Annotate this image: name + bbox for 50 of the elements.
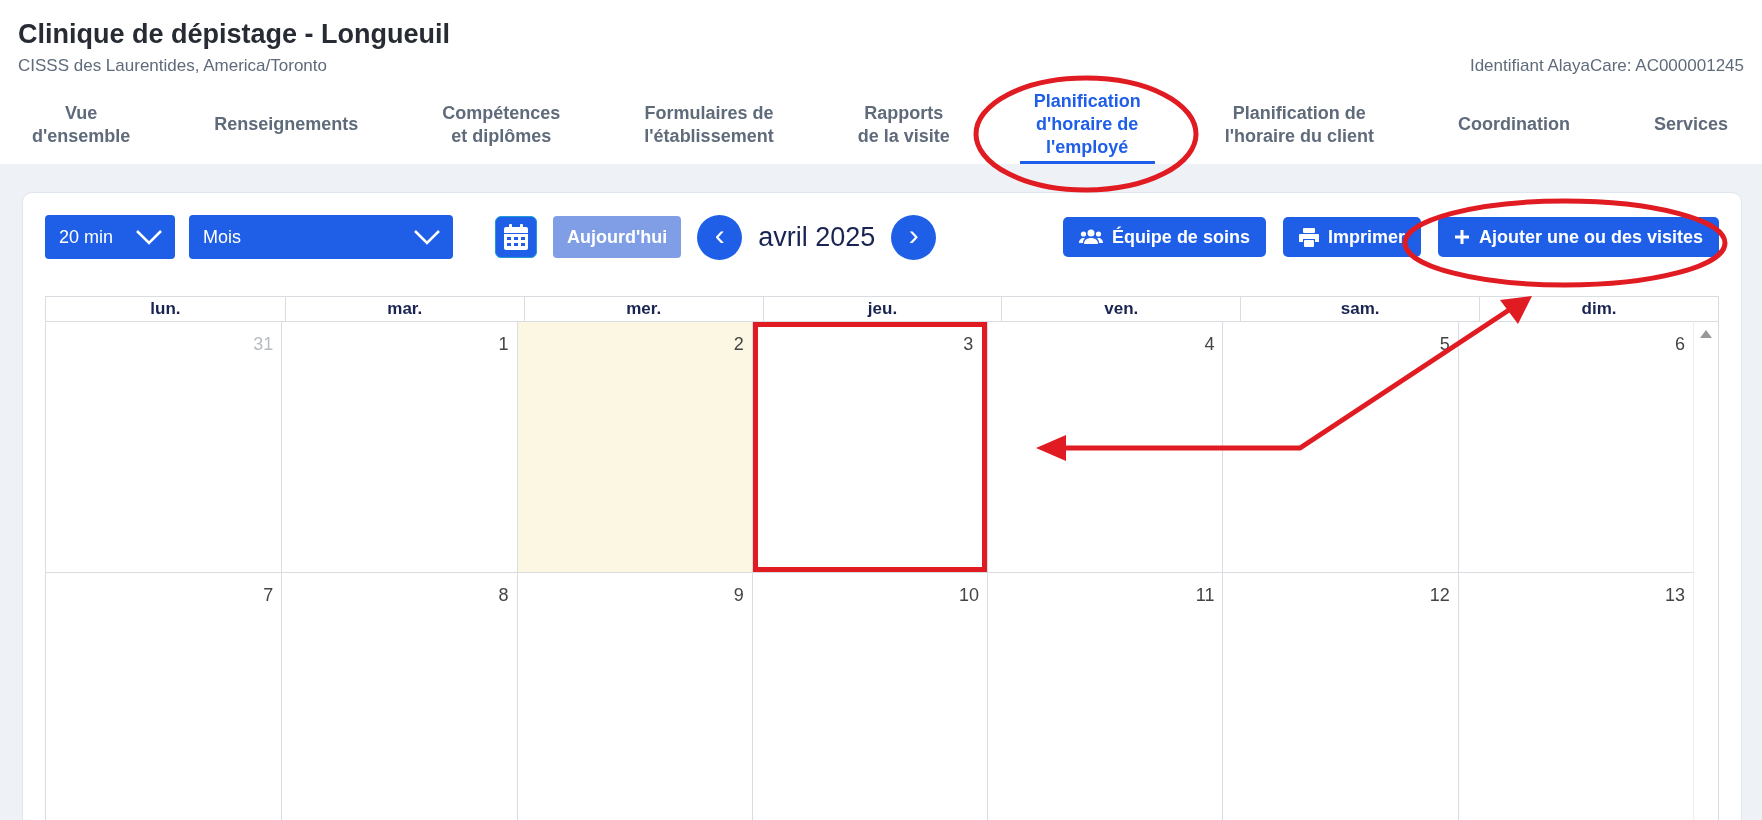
people-icon <box>1078 229 1103 245</box>
weekday-header: mar. <box>284 297 524 321</box>
weekday-header: lun. <box>149 298 182 320</box>
nav-tab[interactable]: Services <box>1639 88 1742 164</box>
day-number: 6 <box>1675 334 1685 355</box>
nav-tab[interactable]: Vue d'ensemble <box>18 88 145 164</box>
print-button[interactable]: Imprimer <box>1282 217 1421 257</box>
weekday-header: jeu. <box>762 297 1002 321</box>
day-number: 5 <box>1439 334 1450 355</box>
nav-tab[interactable]: Coordination <box>1443 88 1584 164</box>
nav-tab[interactable]: Compétences et diplômes <box>428 88 575 164</box>
day-number: 8 <box>498 585 509 606</box>
nav-tab[interactable]: Planification d'horaire de l'employé <box>1019 88 1155 164</box>
day-number: 31 <box>253 334 274 355</box>
month-label: avril 2025 <box>758 221 876 253</box>
day-number: 11 <box>1195 585 1215 606</box>
scroll-up-icon[interactable] <box>1700 330 1712 338</box>
day-cell[interactable]: 2 <box>516 322 752 572</box>
interval-dropdown[interactable]: 20 min <box>45 215 175 259</box>
add-visits-button[interactable]: Ajouter une ou des visites <box>1437 217 1719 257</box>
day-number: 7 <box>263 585 274 606</box>
day-number: 1 <box>498 334 509 355</box>
day-number: 12 <box>1429 585 1450 606</box>
view-dropdown[interactable]: Mois <box>189 215 453 259</box>
day-cell[interactable]: 3 <box>751 322 988 572</box>
day-number: 13 <box>1664 585 1685 606</box>
weekday-header: ven. <box>1001 297 1241 321</box>
nav-tab[interactable]: Formulaires de l'établissement <box>630 88 788 164</box>
chevron-down-icon <box>135 229 163 245</box>
previous-month-button[interactable]: ‹ <box>697 214 743 260</box>
organization-subtitle: CISSS des Laurentides, America/Toronto <box>18 56 327 76</box>
day-number: 3 <box>963 334 974 355</box>
next-month-button[interactable]: › <box>891 214 937 260</box>
day-number: 2 <box>733 334 744 355</box>
printer-icon <box>1298 227 1319 247</box>
identifier-text: Identifiant AlayaCare: AC000001245 <box>1469 56 1744 76</box>
care-team-button[interactable]: Équipe de soins <box>1062 217 1266 257</box>
day-number: 10 <box>959 585 980 606</box>
day-number: 9 <box>733 585 744 606</box>
nav-tab[interactable]: Renseignements <box>200 88 373 164</box>
nav-tab[interactable]: Planification de l'horaire du client <box>1210 88 1388 164</box>
nav-tab[interactable]: Rapports de la visite <box>843 88 964 164</box>
weekday-header: sam. <box>1240 297 1480 321</box>
calendar-button[interactable] <box>495 216 537 258</box>
chevron-down-icon <box>413 229 441 245</box>
plus-icon <box>1453 229 1470 245</box>
day-number: 4 <box>1204 334 1215 355</box>
weekday-header: mer. <box>523 297 763 321</box>
page-title: Clinique de dépistage - Longueuil <box>18 18 451 51</box>
calendar-icon <box>504 224 528 250</box>
